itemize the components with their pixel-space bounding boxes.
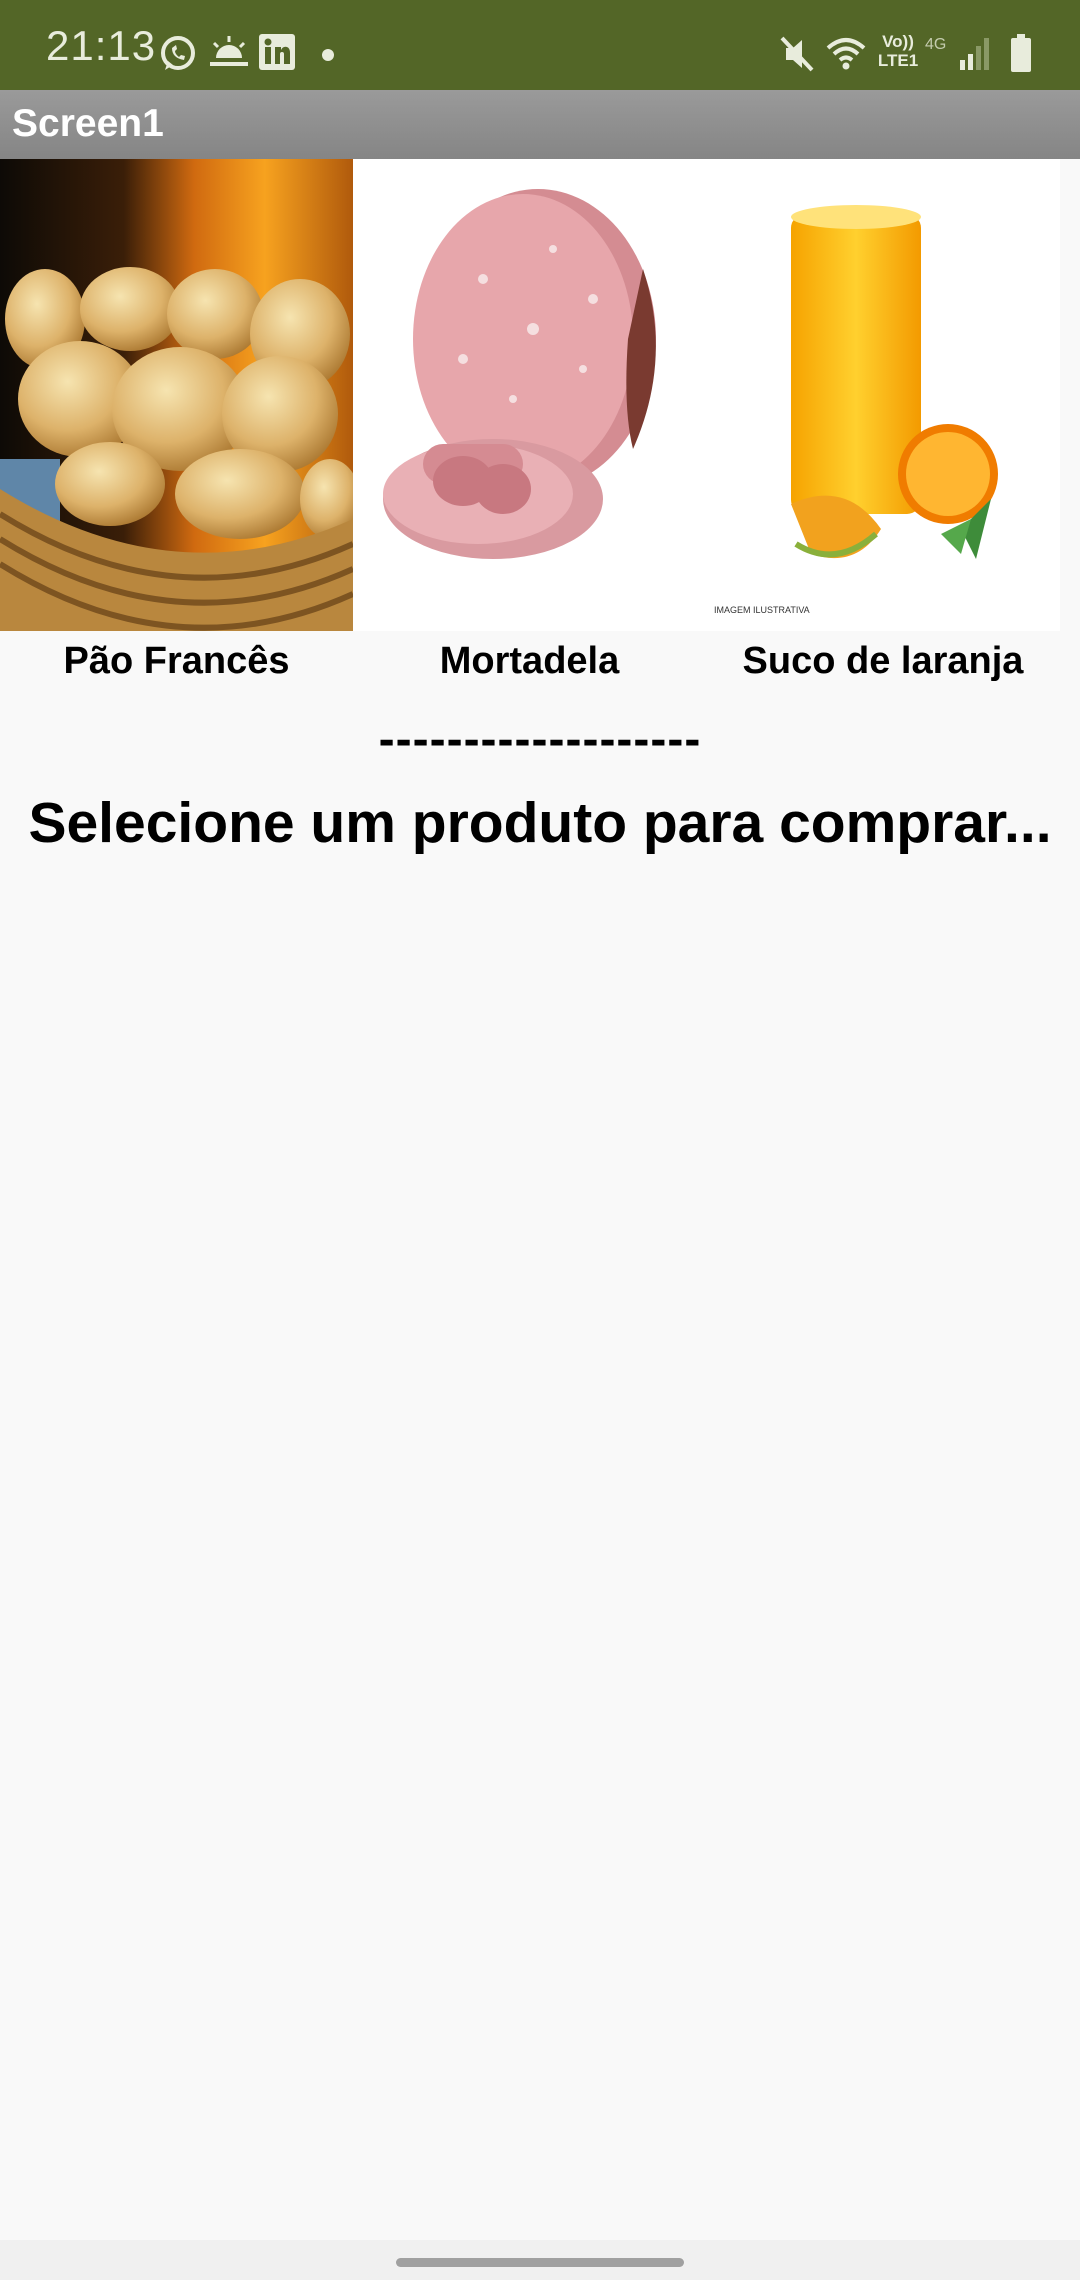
mute-icon [780, 36, 814, 72]
divider-text: ------------------- [378, 713, 702, 766]
linkedin-icon [259, 34, 295, 70]
product-image-row: IMAGEM ILUSTRATIVA [0, 159, 1080, 631]
volte-label: Vo)) [882, 32, 914, 51]
selection-prompt: Selecione um produto para comprar... [28, 791, 1052, 855]
mortadella-image[interactable] [353, 159, 706, 631]
signal-icon [960, 38, 989, 70]
network-type-label: 4G [925, 36, 947, 53]
status-bar: 21:13 Vo)) LTE1 4G [0, 0, 1080, 90]
product-label-mortadela: Mortadela [439, 640, 620, 682]
app-bar: Screen1 [0, 90, 1080, 159]
battery-icon [1011, 34, 1031, 72]
lte-label: LTE1 [877, 51, 919, 70]
product-label-pao-frances: Pão Francês [63, 640, 290, 682]
weather-icon [210, 36, 248, 66]
wifi-icon [826, 38, 866, 70]
app-title: Screen1 [12, 102, 164, 145]
product-label-suco-de-laranja: Suco de laranja [742, 640, 1024, 682]
bread-basket-image[interactable] [0, 159, 353, 631]
navigation-bar [0, 2240, 1080, 2280]
image-caption: IMAGEM ILUSTRATIVA [714, 605, 810, 615]
notification-dot [322, 49, 334, 61]
whatsapp-icon [161, 36, 195, 70]
status-time: 21:13 [46, 22, 157, 69]
home-gesture-handle[interactable] [396, 2258, 684, 2267]
volte-icon: Vo)) LTE1 [873, 32, 923, 70]
orange-juice-image[interactable]: IMAGEM ILUSTRATIVA [706, 159, 1060, 631]
